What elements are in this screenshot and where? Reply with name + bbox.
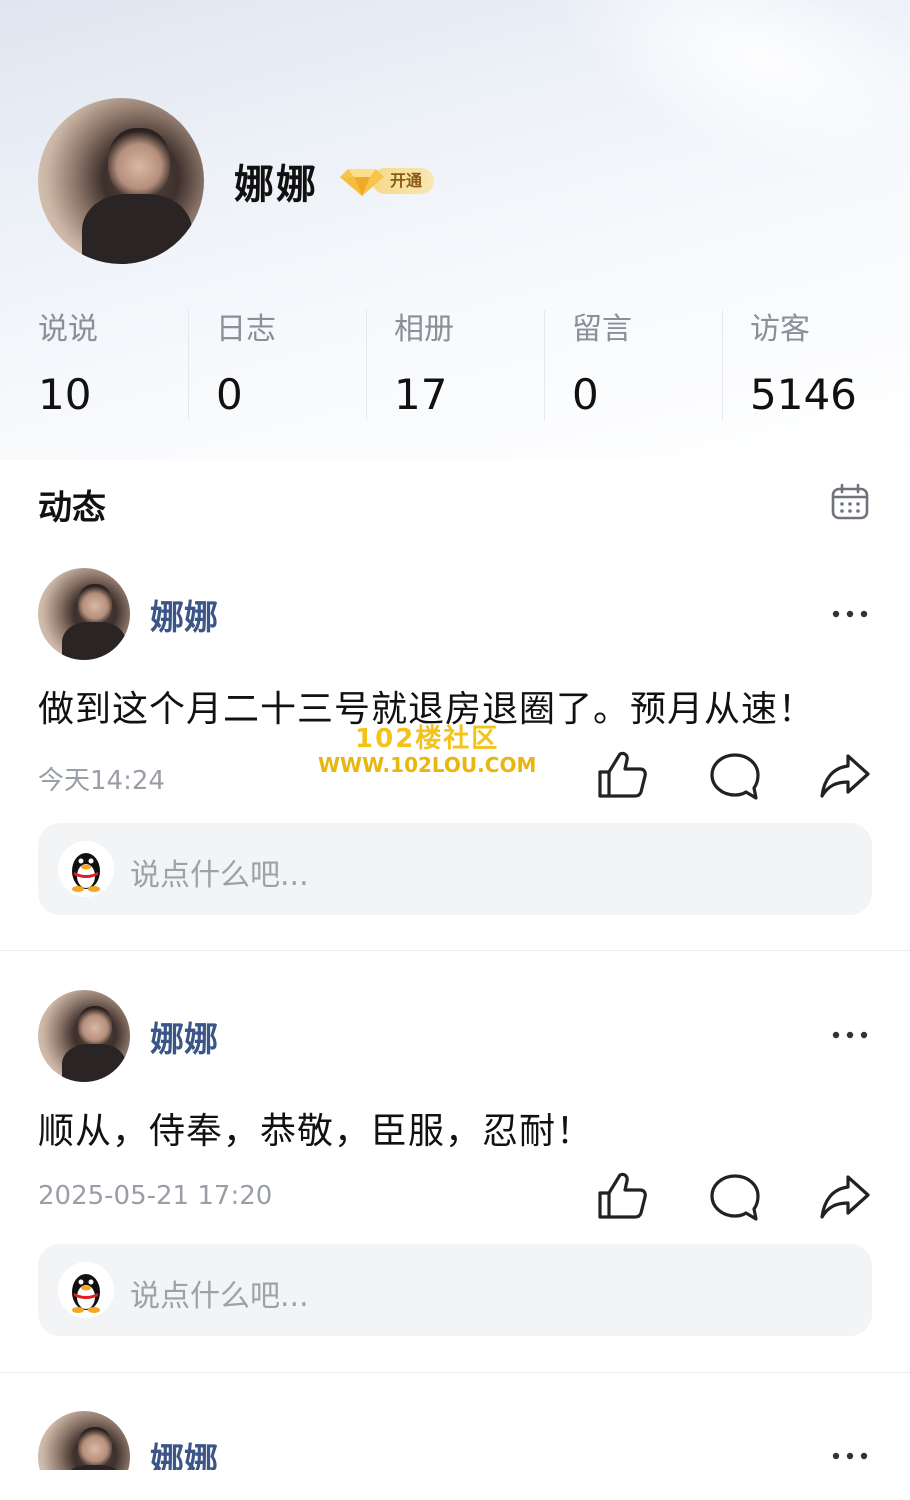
feed-post: 娜娜 — [0, 0, 910, 1470]
more-icon[interactable] — [830, 1446, 870, 1466]
post-avatar[interactable] — [38, 1411, 130, 1470]
diamond-icon — [340, 169, 384, 196]
post-author[interactable]: 娜娜 — [150, 1433, 218, 1470]
